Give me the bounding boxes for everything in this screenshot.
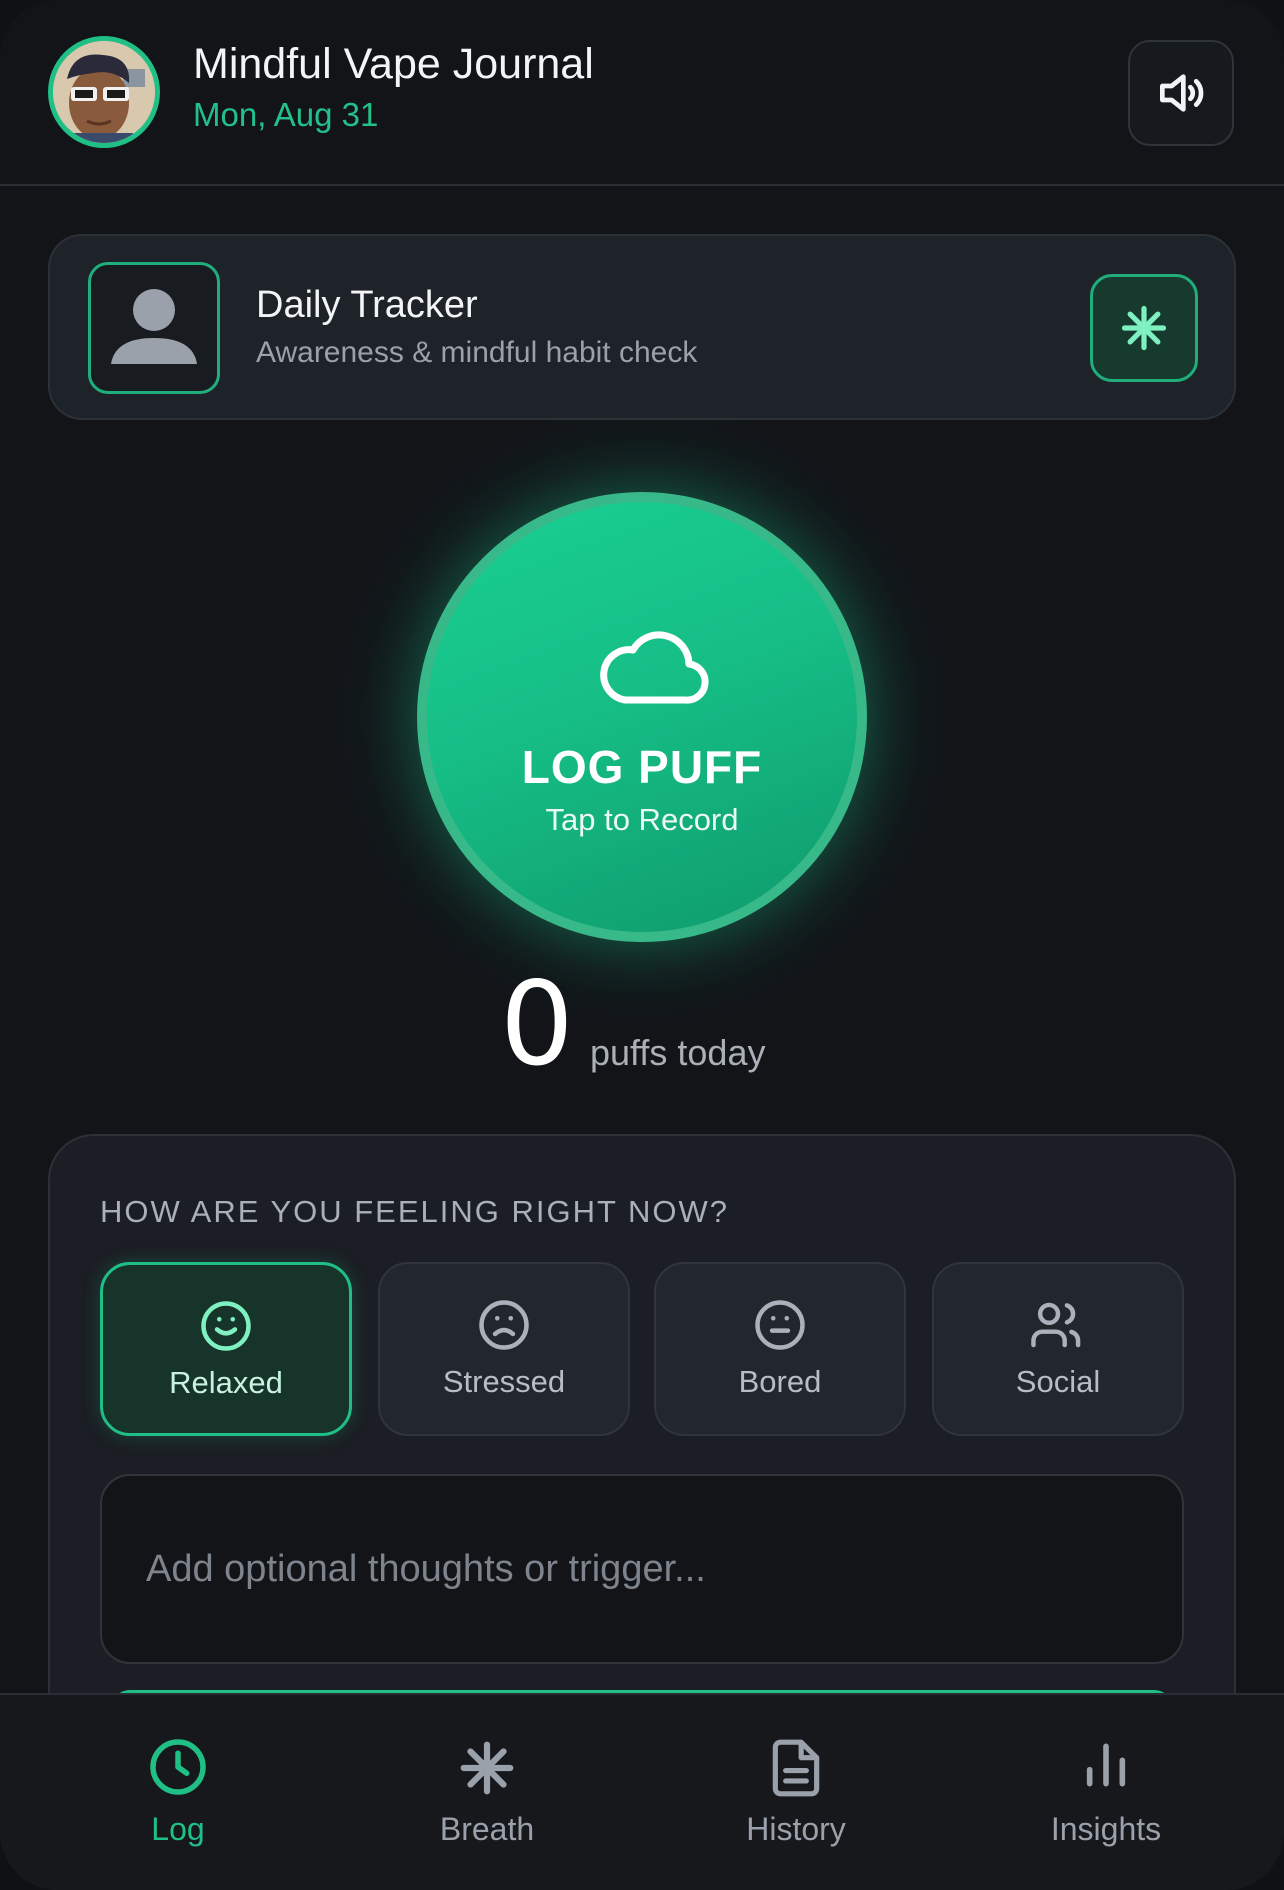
tracker-subtitle: Awareness & mindful habit check (256, 336, 698, 369)
mood-relaxed[interactable]: Relaxed (100, 1262, 352, 1436)
mood-stressed[interactable]: Stressed (378, 1262, 630, 1436)
puff-count: 0 (500, 957, 574, 1092)
tracker-title: Daily Tracker (256, 284, 478, 326)
bottom-navigation: Log Breath History Insights (0, 1693, 1284, 1890)
nav-history[interactable]: History (676, 1695, 916, 1865)
app-header: Mindful Vape Journal Mon, Aug 31 (0, 0, 1284, 186)
nav-label: Insights (1050, 1811, 1162, 1847)
smile-icon (201, 1301, 251, 1351)
nav-insights[interactable]: Insights (986, 1695, 1226, 1865)
document-icon (772, 1739, 820, 1797)
mood-label: Relaxed (169, 1365, 283, 1400)
neutral-face-icon (755, 1300, 805, 1350)
clock-icon (150, 1739, 206, 1795)
nav-log[interactable]: Log (58, 1695, 298, 1865)
puff-count-label: puffs today (590, 1032, 766, 1073)
profile-icon-box[interactable] (88, 262, 220, 394)
daily-tracker-card: Daily Tracker Awareness & mindful habit … (48, 234, 1236, 420)
mood-social[interactable]: Social (932, 1262, 1184, 1436)
person-icon (111, 289, 197, 364)
mindful-check-button[interactable] (1090, 274, 1198, 382)
speaker-volume-icon (1160, 74, 1204, 112)
avatar-photo (53, 41, 155, 143)
users-icon (1031, 1302, 1081, 1348)
current-date: Mon, Aug 31 (193, 96, 379, 133)
nav-breath[interactable]: Breath (367, 1695, 607, 1865)
mood-bored[interactable]: Bored (654, 1262, 906, 1436)
app-title: Mindful Vape Journal (193, 40, 594, 88)
frown-icon (479, 1300, 529, 1350)
mood-label: Bored (738, 1364, 822, 1399)
cloud-icon (600, 631, 709, 704)
log-puff-sublabel: Tap to Record (545, 802, 739, 837)
mood-label: Stressed (442, 1364, 566, 1399)
feelings-title: HOW ARE YOU FEELING RIGHT NOW? (100, 1194, 729, 1229)
sound-toggle-button[interactable] (1128, 40, 1234, 146)
log-puff-label: LOG PUFF (521, 741, 763, 793)
notes-input[interactable] (100, 1474, 1184, 1664)
nav-label: History (746, 1811, 846, 1847)
mood-label: Social (1015, 1364, 1101, 1399)
app-screen: Mindful Vape Journal Mon, Aug 31 Daily T… (0, 0, 1284, 1890)
avatar[interactable] (48, 36, 160, 148)
nav-label: Log (151, 1811, 205, 1847)
bar-chart-icon (1086, 1743, 1126, 1787)
log-puff-button[interactable]: LOG PUFF Tap to Record (417, 492, 867, 942)
asterisk-icon (1121, 305, 1167, 351)
asterisk-icon (460, 1741, 514, 1795)
nav-label: Breath (439, 1811, 535, 1847)
